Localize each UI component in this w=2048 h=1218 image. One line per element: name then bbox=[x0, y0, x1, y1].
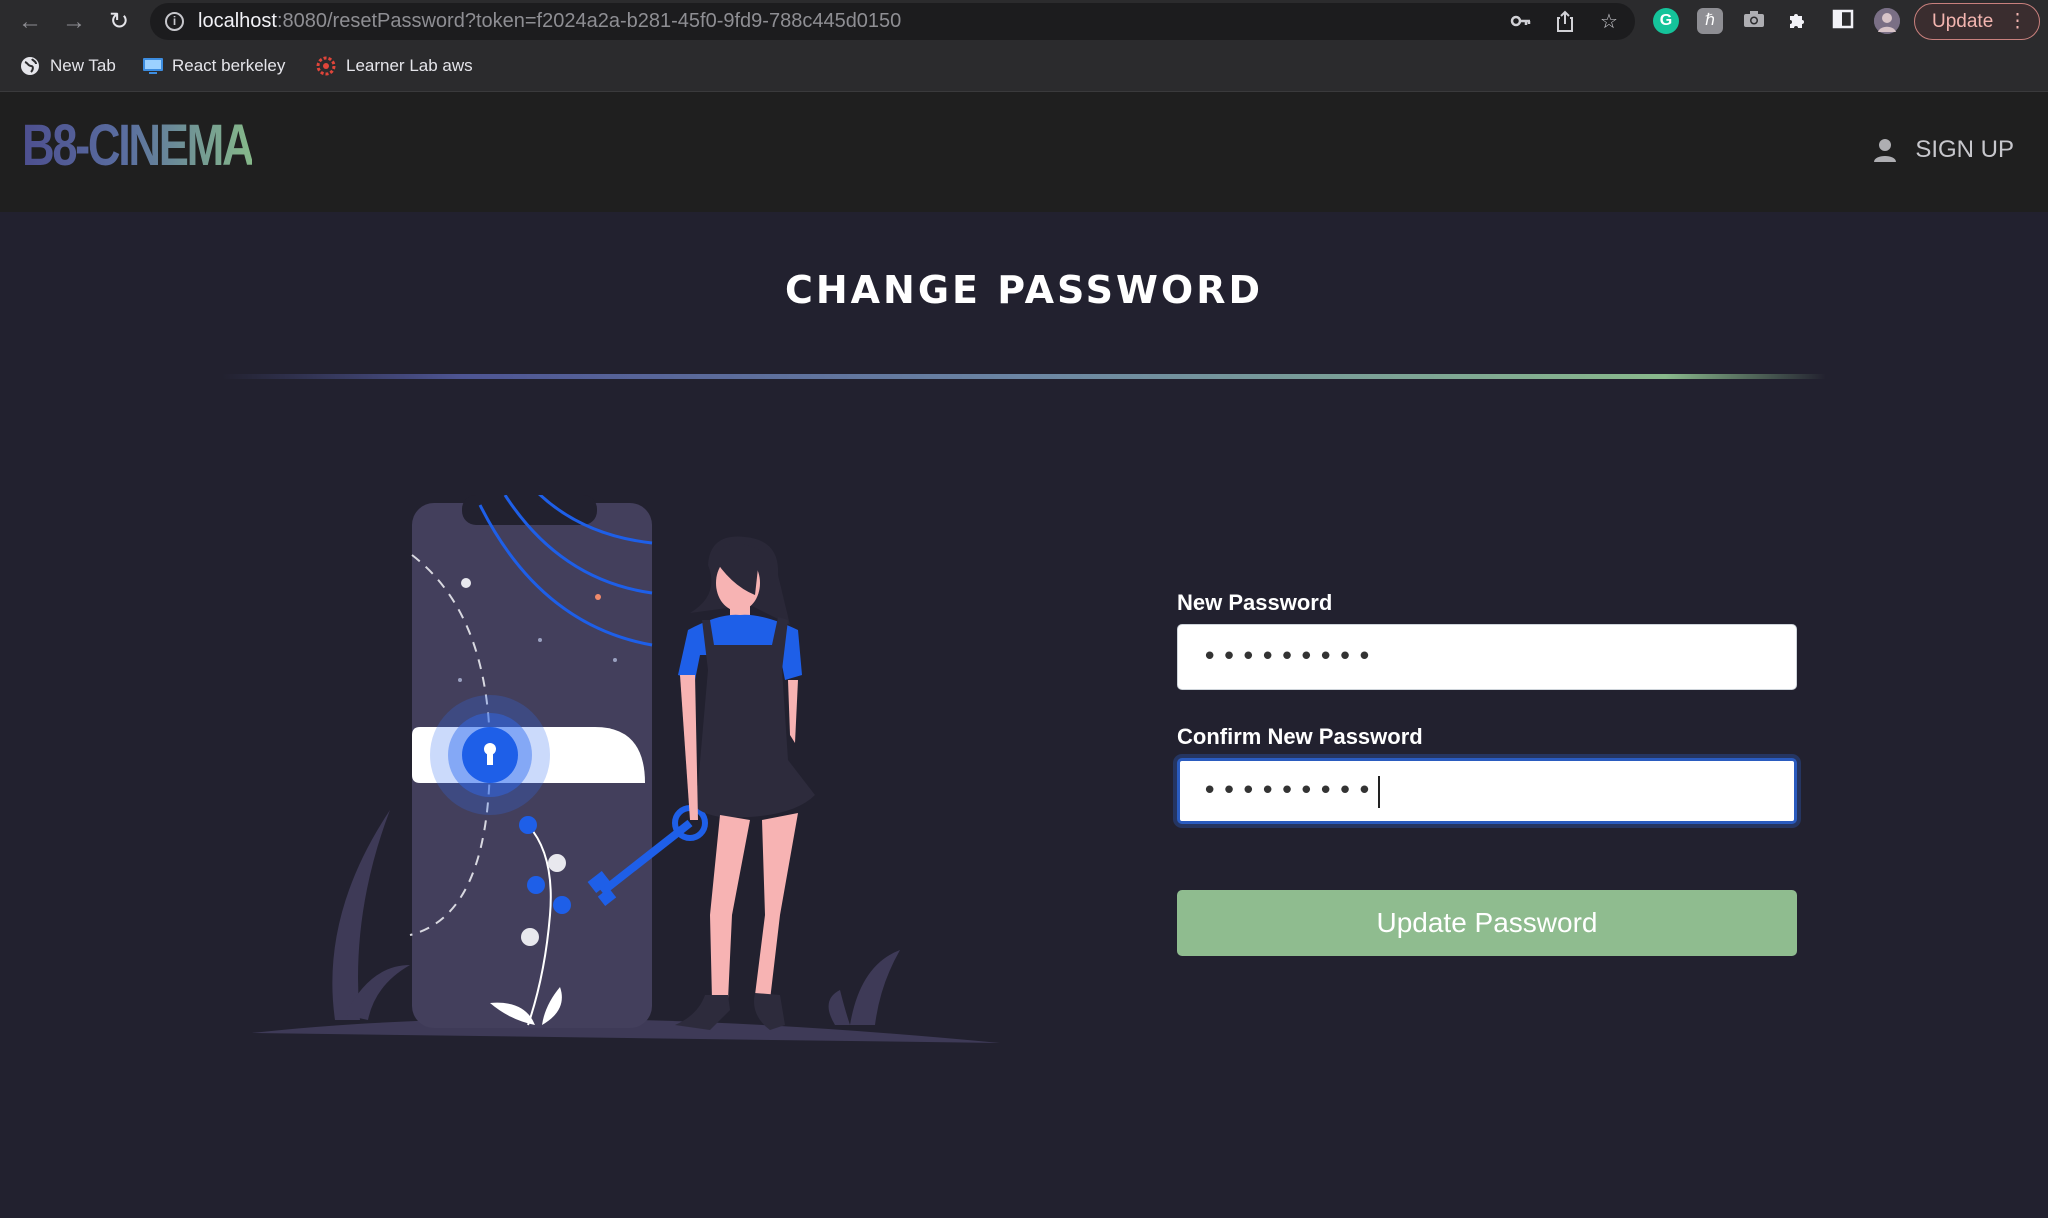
url-host: localhost bbox=[198, 10, 277, 32]
signup-label: SIGN UP bbox=[1915, 136, 2014, 163]
user-icon bbox=[1873, 138, 1897, 162]
extension-icon[interactable]: ℏ bbox=[1697, 8, 1723, 34]
update-password-button[interactable]: Update Password bbox=[1177, 890, 1797, 956]
bookmark-new-tab[interactable]: New Tab bbox=[20, 53, 116, 79]
browser-chrome: ← → ↻ i localhost:8080/resetPassword?tok… bbox=[0, 0, 2048, 92]
share-icon[interactable] bbox=[1552, 9, 1578, 35]
site-logo[interactable]: B8-CINEMA bbox=[22, 112, 255, 179]
puzzle-icon[interactable] bbox=[1785, 8, 1811, 34]
bookmark-label: React berkeley bbox=[172, 56, 286, 75]
monitor-icon bbox=[142, 56, 163, 76]
bookmark-label: Learner Lab aws bbox=[346, 56, 473, 75]
profile-avatar[interactable] bbox=[1874, 8, 1900, 34]
confirm-password-input[interactable]: ••••••••• bbox=[1177, 758, 1797, 824]
update-button[interactable]: Update ⋮ bbox=[1914, 3, 2040, 40]
signup-link[interactable]: SIGN UP bbox=[1873, 136, 2014, 164]
url-text[interactable]: localhost:8080/resetPassword?token=f2024… bbox=[198, 10, 901, 33]
bookmark-react-berkeley[interactable]: React berkeley bbox=[142, 53, 285, 79]
confirm-password-value: ••••••••• bbox=[1202, 776, 1377, 806]
back-arrow-icon[interactable]: ← bbox=[14, 6, 46, 38]
bookmark-learner-lab-aws[interactable]: Learner Lab aws bbox=[316, 53, 473, 79]
grammarly-icon[interactable]: G bbox=[1653, 8, 1679, 34]
reload-icon[interactable]: ↻ bbox=[103, 6, 135, 38]
text-caret bbox=[1378, 775, 1381, 808]
info-icon[interactable]: i bbox=[165, 12, 184, 31]
confirm-password-label: Confirm New Password bbox=[1177, 724, 1423, 749]
site-header: B8-CINEMA SIGN UP bbox=[0, 92, 2048, 212]
aws-icon bbox=[316, 56, 336, 76]
title-divider bbox=[222, 374, 1826, 379]
url-path: :8080/resetPassword?token=f2024a2a-b281-… bbox=[276, 10, 902, 32]
address-bar[interactable]: i localhost:8080/resetPassword?token=f20… bbox=[150, 3, 1635, 40]
key-icon[interactable] bbox=[1508, 9, 1534, 35]
new-password-input[interactable]: ••••••••• bbox=[1177, 624, 1797, 690]
update-label: Update bbox=[1932, 11, 1994, 32]
bookmark-label: New Tab bbox=[50, 56, 116, 75]
change-password-form: New Password ••••••••• Confirm New Passw… bbox=[1177, 590, 1797, 956]
globe-icon bbox=[20, 56, 40, 76]
forward-arrow-icon[interactable]: → bbox=[58, 6, 90, 38]
reset-password-illustration bbox=[250, 488, 1010, 1055]
page-title: CHANGE PASSWORD bbox=[784, 268, 1264, 312]
star-icon[interactable]: ☆ bbox=[1596, 9, 1622, 35]
more-icon[interactable]: ⋮ bbox=[2008, 4, 2027, 39]
new-password-label: New Password bbox=[1177, 590, 1333, 615]
sidebar-icon[interactable] bbox=[1830, 8, 1856, 34]
camera-icon[interactable] bbox=[1741, 8, 1767, 34]
